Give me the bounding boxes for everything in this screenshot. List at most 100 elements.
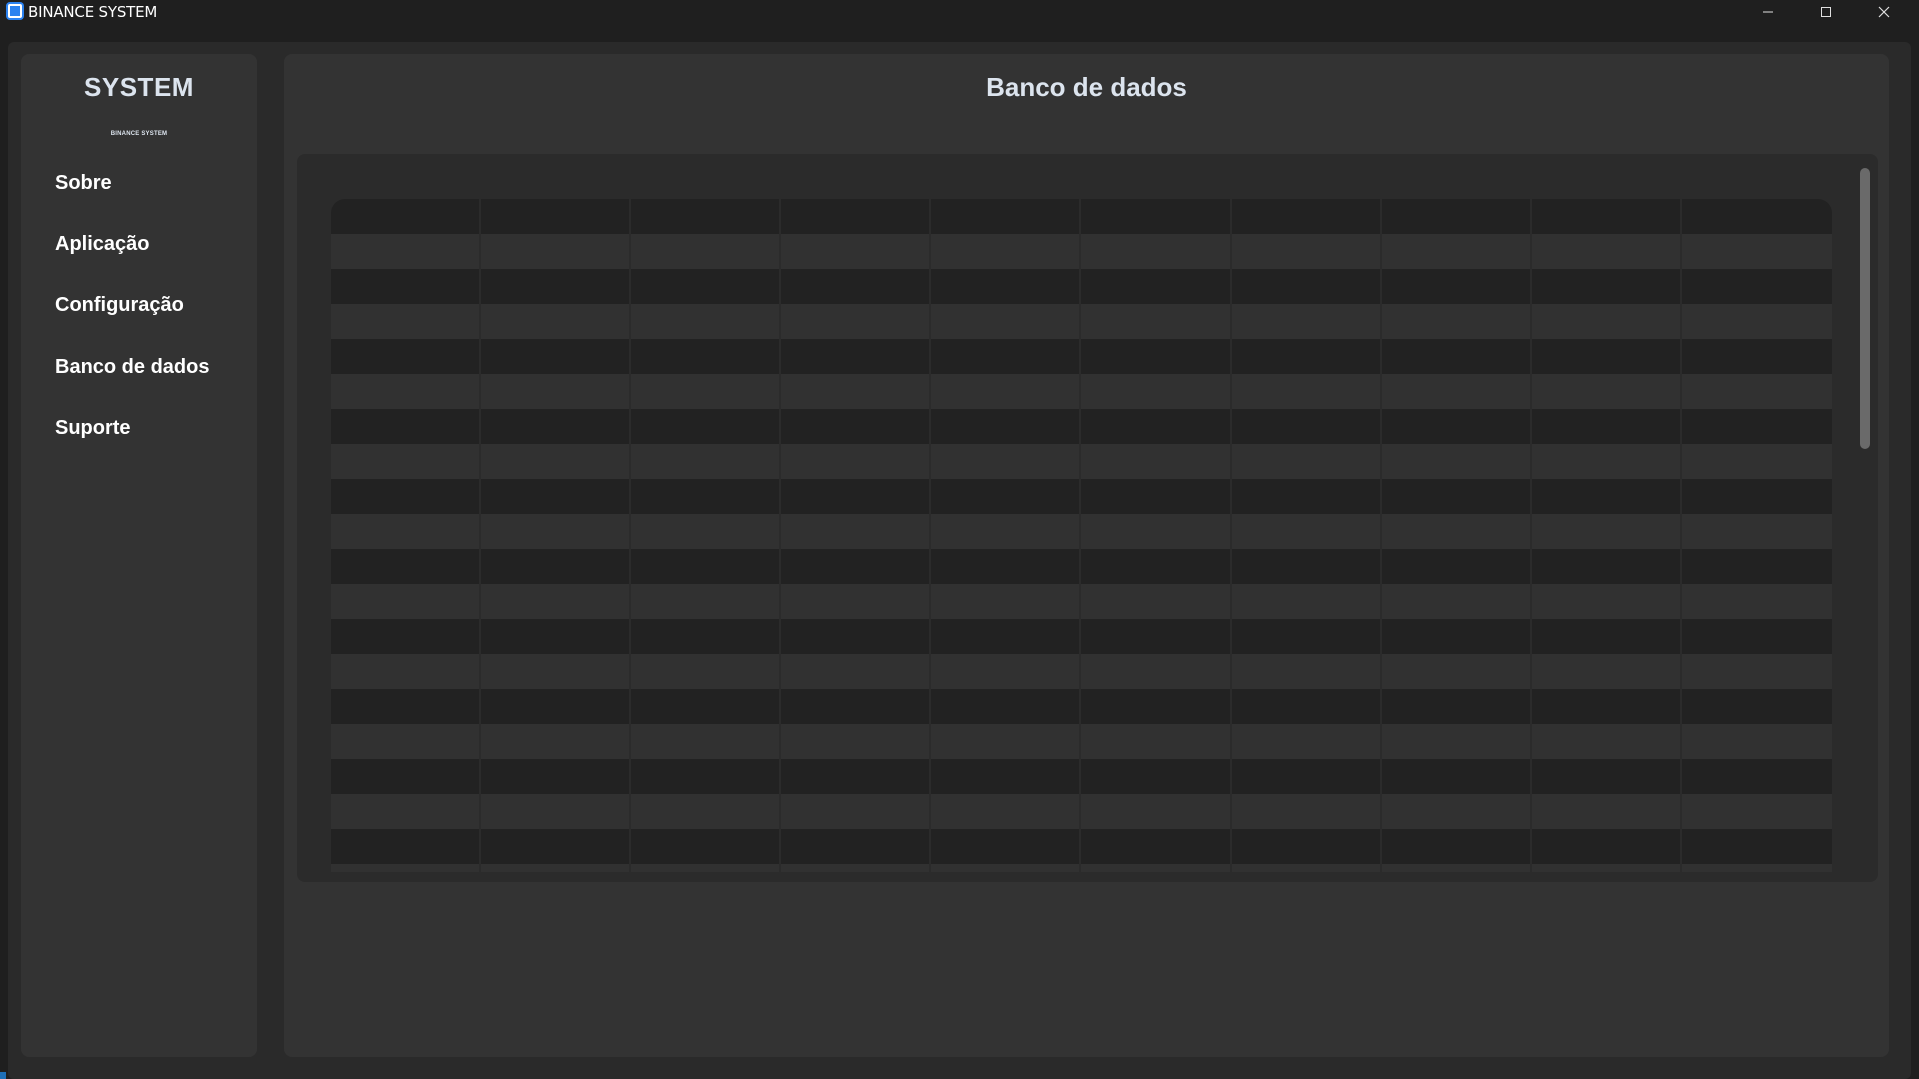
table-cell[interactable]: [781, 514, 932, 549]
table-cell[interactable]: [781, 724, 932, 759]
table-cell[interactable]: [1382, 864, 1532, 872]
table-cell[interactable]: [781, 864, 932, 872]
table-cell[interactable]: [931, 409, 1082, 444]
table-cell[interactable]: [481, 584, 632, 619]
table-cell[interactable]: [1532, 374, 1682, 409]
table-cell[interactable]: [1532, 409, 1682, 444]
table-cell[interactable]: [1081, 689, 1232, 724]
table-cell[interactable]: [1081, 234, 1232, 269]
table-cell[interactable]: [1232, 829, 1382, 864]
table-cell[interactable]: [1682, 409, 1832, 444]
table-cell[interactable]: [1081, 864, 1232, 872]
table-cell[interactable]: [1382, 549, 1532, 584]
table-row[interactable]: [331, 724, 1832, 759]
table-cell[interactable]: [331, 794, 482, 829]
table-cell[interactable]: [481, 654, 632, 689]
table-cell[interactable]: [931, 199, 1082, 234]
table-cell[interactable]: [1232, 444, 1382, 479]
table-cell[interactable]: [931, 864, 1082, 872]
table-cell[interactable]: [331, 654, 482, 689]
table-cell[interactable]: [1382, 829, 1532, 864]
table-cell[interactable]: [931, 759, 1082, 794]
table-cell[interactable]: [1081, 584, 1232, 619]
table-cell[interactable]: [1682, 619, 1832, 654]
table-cell[interactable]: [781, 619, 932, 654]
table-cell[interactable]: [781, 199, 932, 234]
table-cell[interactable]: [331, 479, 482, 514]
table-cell[interactable]: [481, 829, 632, 864]
table-cell[interactable]: [781, 829, 932, 864]
table-cell[interactable]: [481, 549, 632, 584]
table-cell[interactable]: [1682, 864, 1832, 872]
table-row[interactable]: [331, 794, 1832, 829]
table-cell[interactable]: [781, 549, 932, 584]
table-cell[interactable]: [781, 479, 932, 514]
table-cell[interactable]: [1232, 199, 1382, 234]
table-cell[interactable]: [481, 759, 632, 794]
table-cell[interactable]: [631, 199, 782, 234]
table-cell[interactable]: [331, 724, 482, 759]
table-cell[interactable]: [1081, 479, 1232, 514]
table-row[interactable]: [331, 864, 1832, 872]
table-cell[interactable]: [1532, 549, 1682, 584]
table-cell[interactable]: [631, 479, 782, 514]
table-cell[interactable]: [631, 234, 782, 269]
table-cell[interactable]: [631, 409, 782, 444]
table-cell[interactable]: [331, 689, 482, 724]
table-cell[interactable]: [331, 444, 482, 479]
table-cell[interactable]: [931, 689, 1082, 724]
table-row[interactable]: [331, 829, 1832, 864]
table-cell[interactable]: [781, 444, 932, 479]
table-cell[interactable]: [1382, 304, 1532, 339]
table-cell[interactable]: [781, 584, 932, 619]
table-cell[interactable]: [331, 584, 482, 619]
table-cell[interactable]: [331, 549, 482, 584]
table-cell[interactable]: [481, 514, 632, 549]
table-row[interactable]: [331, 304, 1832, 339]
table-cell[interactable]: [1382, 514, 1532, 549]
table-cell[interactable]: [1682, 374, 1832, 409]
table-cell[interactable]: [1232, 619, 1382, 654]
table-row[interactable]: [331, 619, 1832, 654]
table-cell[interactable]: [481, 199, 632, 234]
minimize-button[interactable]: [1740, 0, 1796, 24]
table-cell[interactable]: [331, 269, 482, 304]
table-cell[interactable]: [1232, 549, 1382, 584]
table-cell[interactable]: [1382, 654, 1532, 689]
table-cell[interactable]: [1232, 654, 1382, 689]
table-cell[interactable]: [481, 864, 632, 872]
table-cell[interactable]: [1682, 689, 1832, 724]
table-cell[interactable]: [931, 234, 1082, 269]
table-cell[interactable]: [631, 759, 782, 794]
table-cell[interactable]: [1081, 829, 1232, 864]
table-cell[interactable]: [1682, 444, 1832, 479]
table-cell[interactable]: [1081, 619, 1232, 654]
table-cell[interactable]: [481, 339, 632, 374]
table-cell[interactable]: [1532, 479, 1682, 514]
table-row[interactable]: [331, 339, 1832, 374]
table-cell[interactable]: [481, 374, 632, 409]
table-cell[interactable]: [1232, 339, 1382, 374]
table-cell[interactable]: [1382, 584, 1532, 619]
table-cell[interactable]: [781, 759, 932, 794]
table-cell[interactable]: [1682, 724, 1832, 759]
table-cell[interactable]: [481, 304, 632, 339]
table-cell[interactable]: [331, 514, 482, 549]
table-cell[interactable]: [331, 829, 482, 864]
table-cell[interactable]: [1081, 794, 1232, 829]
table-cell[interactable]: [1382, 409, 1532, 444]
table-cell[interactable]: [631, 339, 782, 374]
table-cell[interactable]: [1382, 269, 1532, 304]
table-cell[interactable]: [1382, 619, 1532, 654]
table-cell[interactable]: [931, 794, 1082, 829]
table-row[interactable]: [331, 199, 1832, 234]
table-cell[interactable]: [1081, 199, 1232, 234]
sidebar-item-sobre[interactable]: Sobre: [55, 172, 112, 195]
table-cell[interactable]: [631, 724, 782, 759]
table-cell[interactable]: [1081, 269, 1232, 304]
table-cell[interactable]: [931, 549, 1082, 584]
table-cell[interactable]: [631, 269, 782, 304]
table-cell[interactable]: [1081, 759, 1232, 794]
table-cell[interactable]: [331, 864, 482, 872]
table-cell[interactable]: [631, 829, 782, 864]
